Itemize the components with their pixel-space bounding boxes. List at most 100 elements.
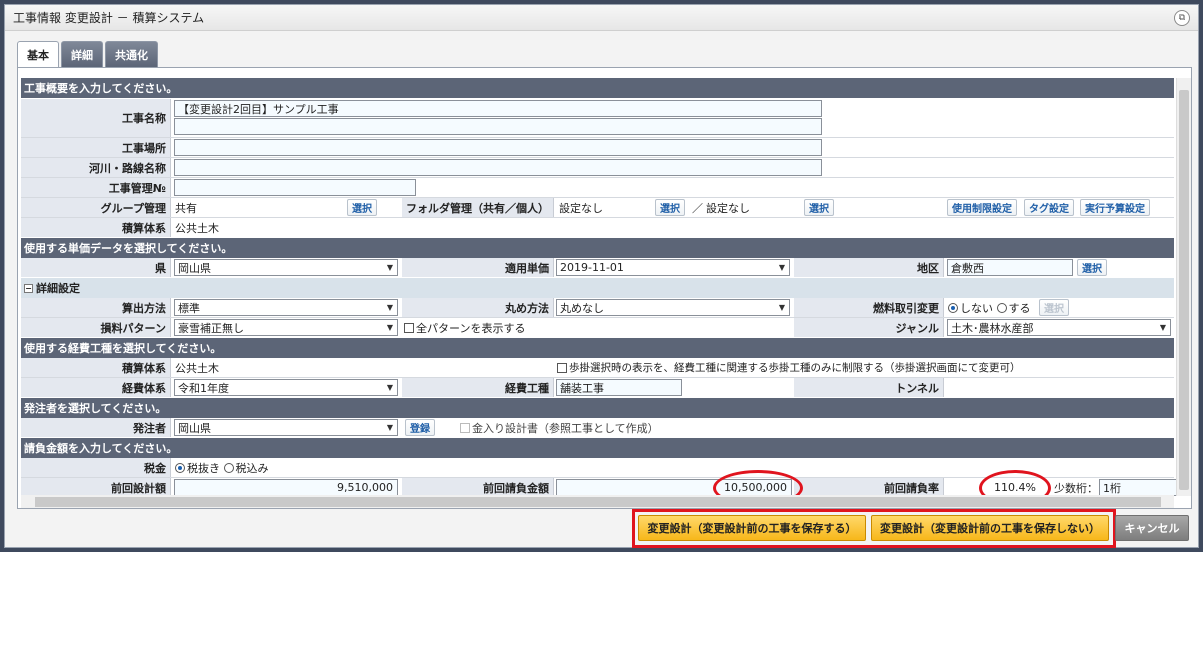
chevron-down-icon: ▼ <box>386 423 393 432</box>
vertical-scroll-thumb[interactable] <box>1179 90 1189 490</box>
change-design-save-button[interactable]: 変更設計（変更設計前の工事を保存する） <box>638 515 866 541</box>
area-select-button[interactable]: 選択 <box>1077 259 1107 276</box>
round-select[interactable]: 丸めなし ▼ <box>556 299 790 316</box>
system-label: 積算体系 <box>21 218 171 237</box>
tax-radio-incl[interactable] <box>223 462 234 473</box>
collapse-icon[interactable]: − <box>24 283 33 293</box>
river-input[interactable] <box>174 159 822 176</box>
show-all-checkbox[interactable] <box>404 322 414 333</box>
name-input[interactable]: 【変更設計2回目】サンプル工事 <box>174 100 822 117</box>
priced-checkbox-row[interactable]: 金入り設計書（参照工事として作成） <box>457 418 659 437</box>
app-window: 工事情報 変更設計 － 積算システム ⧉ 基本 詳細 共通化 工事概要を入力して… <box>0 0 1203 552</box>
expense-type-label: 経費工種 <box>402 378 554 397</box>
budget-setting-button[interactable]: 実行予算設定 <box>1080 199 1150 216</box>
tax-opt-incl-label: 税込み <box>235 461 269 475</box>
calc-label: 算出方法 <box>21 298 171 317</box>
fuel-opt-no-label: しない <box>960 301 993 315</box>
section-overview: 工事概要を入力してください。 <box>21 78 1174 98</box>
folder-value-1: 設定なし <box>559 201 603 215</box>
loss-select-value: 豪雪補正無し <box>178 321 244 335</box>
tax-radio-group: 税抜き 税込み <box>172 458 269 477</box>
show-all-checkbox-row[interactable]: 全パターンを表示する <box>401 318 525 337</box>
prev-design-input[interactable]: 9,510,000 <box>174 479 398 496</box>
genre-select[interactable]: 土木･農林水産部 ▼ <box>947 319 1171 336</box>
folder-select-button-2[interactable]: 選択 <box>804 199 834 216</box>
fuel-label: 燃料取引変更 <box>794 298 944 317</box>
window-title: 工事情報 変更設計 － 積算システム <box>13 11 205 25</box>
fuel-radio-no[interactable] <box>948 302 958 313</box>
form-panel: 工事概要を入力してください。 工事名称 【変更設計2回目】サンプル工事 工事場所… <box>17 67 1192 509</box>
folder-separator: ／ <box>692 201 703 215</box>
section-orderer: 発注者を選択してください。 <box>21 398 1174 418</box>
chevron-down-icon: ▼ <box>386 383 393 392</box>
maximize-icon[interactable]: ⧉ <box>1174 10 1190 26</box>
section-unit-price: 使用する単価データを選択してください。 <box>21 238 1174 258</box>
tab-common[interactable]: 共通化 <box>105 41 158 67</box>
priced-checkbox[interactable] <box>460 422 470 433</box>
fuel-radio-yes[interactable] <box>996 302 1007 313</box>
tax-opt-excl-label: 税抜き <box>187 461 220 475</box>
expense-system-select[interactable]: 令和1年度 ▼ <box>174 379 398 396</box>
group-select-button[interactable]: 選択 <box>347 199 377 216</box>
tag-setting-button[interactable]: タグ設定 <box>1024 199 1074 216</box>
pref-label: 県 <box>21 258 171 277</box>
usage-limit-button[interactable]: 使用制限設定 <box>947 199 1017 216</box>
folder-value-2: 設定なし <box>706 201 750 215</box>
fuel-opt-yes-label: する <box>1008 301 1031 315</box>
folder-label: フォルダ管理（共有／個人） <box>402 198 554 217</box>
area-input[interactable]: 倉敷西 <box>947 259 1073 276</box>
restrict-checkbox-row[interactable]: 歩掛選択時の表示を、経費工種に関連する歩掛工種のみに制限する（歩掛選択画面にて変… <box>554 358 1021 377</box>
round-label: 丸め方法 <box>402 298 554 317</box>
pref-select[interactable]: 岡山県 ▼ <box>174 259 398 276</box>
tab-basic[interactable]: 基本 <box>17 41 59 67</box>
horizontal-scroll-thumb[interactable] <box>35 497 1161 507</box>
chevron-down-icon: ▼ <box>386 323 393 332</box>
orderer-select[interactable]: 岡山県 ▼ <box>174 419 398 436</box>
group-label: グループ管理 <box>21 198 171 217</box>
applied-select-value: 2019-11-01 <box>560 261 624 274</box>
register-button[interactable]: 登録 <box>405 419 435 436</box>
dialog: 工事情報 変更設計 － 積算システム ⧉ 基本 詳細 共通化 工事概要を入力して… <box>4 4 1199 548</box>
orderer-label: 発注者 <box>21 418 171 437</box>
tax-radio-excl[interactable] <box>175 462 185 473</box>
show-all-label: 全パターンを表示する <box>416 321 526 335</box>
place-label: 工事場所 <box>21 138 171 157</box>
section-detail[interactable]: − 詳細設定 <box>21 278 1174 298</box>
expense-system-select-label: 経費体系 <box>21 378 171 397</box>
folder-select-button-1[interactable]: 選択 <box>655 199 685 216</box>
chevron-down-icon: ▼ <box>1159 323 1166 332</box>
decimal-input[interactable]: 1桁 <box>1099 479 1177 496</box>
chevron-down-icon: ▼ <box>778 263 785 272</box>
tab-detail[interactable]: 詳細 <box>61 41 103 67</box>
detail-title: 詳細設定 <box>36 282 80 295</box>
group-value: 共有 <box>175 201 197 215</box>
vertical-scrollbar[interactable] <box>1176 78 1191 496</box>
name-input-2[interactable] <box>174 118 822 135</box>
genre-select-value: 土木･農林水産部 <box>951 321 1034 335</box>
calc-select[interactable]: 標準 ▼ <box>174 299 398 316</box>
restrict-checkbox[interactable] <box>557 362 567 373</box>
priced-label: 金入り設計書（参照工事として作成） <box>472 421 659 435</box>
name-label: 工事名称 <box>21 99 171 137</box>
applied-label: 適用単価 <box>402 258 554 277</box>
mgmt-no-input[interactable] <box>174 179 416 196</box>
river-label: 河川・路線名称 <box>21 158 171 177</box>
pref-select-value: 岡山県 <box>178 261 211 275</box>
genre-label: ジャンル <box>794 318 944 337</box>
change-design-nosave-button[interactable]: 変更設計（変更設計前の工事を保存しない） <box>871 515 1109 541</box>
loss-select[interactable]: 豪雪補正無し ▼ <box>174 319 398 336</box>
section-expense: 使用する経費工種を選択してください。 <box>21 338 1174 358</box>
expense-type-input[interactable]: 舗装工事 <box>556 379 682 396</box>
horizontal-scrollbar[interactable] <box>21 495 1174 508</box>
calc-select-value: 標準 <box>178 301 200 315</box>
place-input[interactable] <box>174 139 822 156</box>
cancel-button[interactable]: キャンセル <box>1115 515 1189 541</box>
mgmt-no-label: 工事管理№ <box>21 178 171 197</box>
round-select-value: 丸めなし <box>560 301 604 315</box>
expense-system-value: 公共土木 <box>175 361 219 375</box>
fuel-select-button[interactable]: 選択 <box>1039 299 1069 316</box>
title-bar: 工事情報 変更設計 － 積算システム ⧉ <box>5 5 1198 31</box>
orderer-select-value: 岡山県 <box>178 421 211 435</box>
restrict-label: 歩掛選択時の表示を、経費工種に関連する歩掛工種のみに制限する（歩掛選択画面にて変… <box>569 362 1021 374</box>
applied-select[interactable]: 2019-11-01 ▼ <box>556 259 790 276</box>
